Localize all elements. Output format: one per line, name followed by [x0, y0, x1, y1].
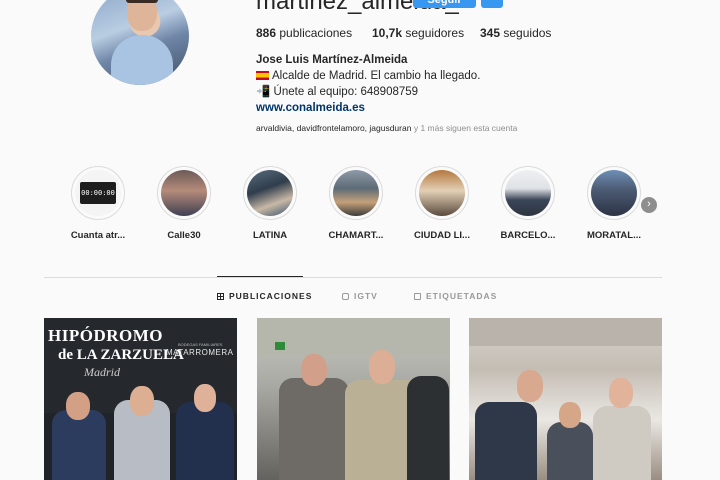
photo-face [194, 384, 216, 412]
exit-sign [275, 342, 285, 350]
photo-person [176, 402, 234, 480]
highlight-image [247, 170, 293, 216]
highlight-label: BARCELO... [500, 230, 556, 241]
story-highlights: 00:00:00 Cuanta atr... Calle30 LATINA CH… [60, 166, 670, 246]
photo-person [279, 378, 349, 480]
bio-line-1: Alcalde de Madrid. El cambio ha llegado. [256, 68, 480, 84]
profile-avatar[interactable] [91, 0, 189, 85]
photo-face [609, 378, 633, 408]
profile-website-link[interactable]: www.conalmeida.es [256, 100, 480, 116]
tab-posts[interactable]: PUBLICACIONES [217, 291, 312, 301]
photo-face [559, 402, 581, 428]
followed-by-names: arvaldivia, davidfrontelamoro, jagusdura… [256, 123, 412, 133]
clock-display: 00:00:00 [80, 182, 116, 204]
sponsor-subtitle: BODEGAS FAMILIARES [178, 342, 223, 347]
bio-line-1-text: Alcalde de Madrid. El cambio ha llegado. [272, 70, 481, 82]
avatar-face [127, 0, 157, 31]
photo-person [407, 376, 449, 480]
tab-igtv-label: IGTV [354, 291, 378, 301]
profile-bio: Jose Luis Martínez-Almeida Alcalde de Ma… [256, 52, 480, 116]
active-tab-indicator [217, 276, 303, 277]
highlight-ring: 00:00:00 [71, 166, 125, 220]
followed-by[interactable]: arvaldivia, davidfrontelamoro, jagusdura… [256, 123, 517, 133]
highlight-label: CIUDAD LI... [414, 230, 470, 241]
highlight-ring [329, 166, 383, 220]
photo-person [52, 410, 106, 480]
photo-face [517, 370, 543, 402]
post-thumbnail[interactable]: HIPÓDROMO de LA ZARZUELA Madrid BODEGAS … [44, 318, 237, 480]
highlight-ring [157, 166, 211, 220]
highlight-image [505, 170, 551, 216]
followed-by-suffix: y 1 más siguen esta cuenta [413, 123, 518, 133]
bio-line-2: 📲 Únete al equipo: 648908759 [256, 84, 480, 100]
tab-posts-label: PUBLICACIONES [229, 291, 313, 301]
photo-ceiling [469, 318, 662, 346]
sponsor-name: MATARROMERA [166, 348, 234, 357]
tag-icon [414, 292, 421, 300]
highlight-ring [587, 166, 641, 220]
banner-subtitle: de LA ZARZUELA [58, 347, 184, 363]
tab-igtv[interactable]: IGTV [342, 291, 378, 301]
posts-count-label: publicaciones [279, 26, 353, 40]
avatar-shirt [111, 35, 173, 85]
followers-count-value: 10,7k [372, 26, 403, 40]
following-count-label: seguidos [503, 26, 552, 40]
followers-count-label: seguidores [405, 26, 465, 40]
banner-city: Madrid [84, 365, 120, 379]
tab-tagged-label: ETIQUETADAS [426, 291, 498, 301]
following-count[interactable]: 345 seguidos [480, 26, 551, 40]
more-options-icon[interactable]: ••• [512, 0, 530, 4]
photo-person [593, 406, 651, 480]
posts-count-value: 886 [256, 26, 277, 40]
spain-flag-icon [256, 71, 269, 80]
photo-wall [257, 318, 450, 356]
posts-count: 886 publicaciones [256, 26, 352, 40]
followers-count[interactable]: 10,7k seguidores [372, 26, 464, 40]
photo-face [130, 386, 154, 416]
igtv-icon [342, 292, 349, 300]
highlight-item[interactable]: CHAMART... [318, 166, 394, 241]
bio-line-2-text: Únete al equipo: 648908759 [273, 86, 419, 98]
highlight-label: LATINA [252, 230, 288, 241]
highlight-item[interactable]: CIUDAD LI... [404, 166, 480, 241]
highlight-ring [415, 166, 469, 220]
highlight-ring [501, 166, 555, 220]
following-count-value: 345 [480, 26, 501, 40]
highlight-item[interactable]: 00:00:00 Cuanta atr... [60, 166, 136, 241]
highlight-image [161, 170, 207, 216]
highlight-image [591, 170, 637, 216]
photo-person [475, 402, 537, 480]
profile-full-name: Jose Luis Martínez-Almeida [256, 54, 408, 66]
highlight-item[interactable]: BARCELO... [490, 166, 566, 241]
suggested-dropdown-button[interactable] [481, 0, 503, 8]
avatar-hair [126, 0, 158, 3]
photo-face [369, 350, 395, 384]
highlight-ring [243, 166, 297, 220]
highlight-label: Cuanta atr... [70, 230, 126, 241]
highlight-item[interactable]: Calle30 [146, 166, 222, 241]
follow-button[interactable]: Seguir [413, 0, 476, 8]
photo-face [301, 354, 327, 386]
highlight-label: Calle30 [167, 230, 201, 241]
photo-face [66, 392, 90, 420]
chevron-right-icon[interactable]: › [641, 197, 657, 213]
highlight-item[interactable]: LATINA [232, 166, 308, 241]
highlight-label: CHAMART... [328, 230, 384, 241]
highlight-image [333, 170, 379, 216]
photo-person [547, 422, 593, 480]
tab-tagged[interactable]: ETIQUETADAS [414, 291, 497, 301]
highlight-label: MORATAL... [587, 230, 641, 241]
post-thumbnail[interactable] [469, 318, 662, 480]
highlight-image: 00:00:00 [75, 170, 121, 216]
highlight-image [419, 170, 465, 216]
phone-icon: 📲 [256, 86, 271, 98]
grid-icon [217, 292, 224, 300]
post-thumbnail[interactable] [257, 318, 450, 480]
tabs-divider [44, 277, 662, 278]
banner-title: HIPÓDROMO [48, 326, 163, 345]
